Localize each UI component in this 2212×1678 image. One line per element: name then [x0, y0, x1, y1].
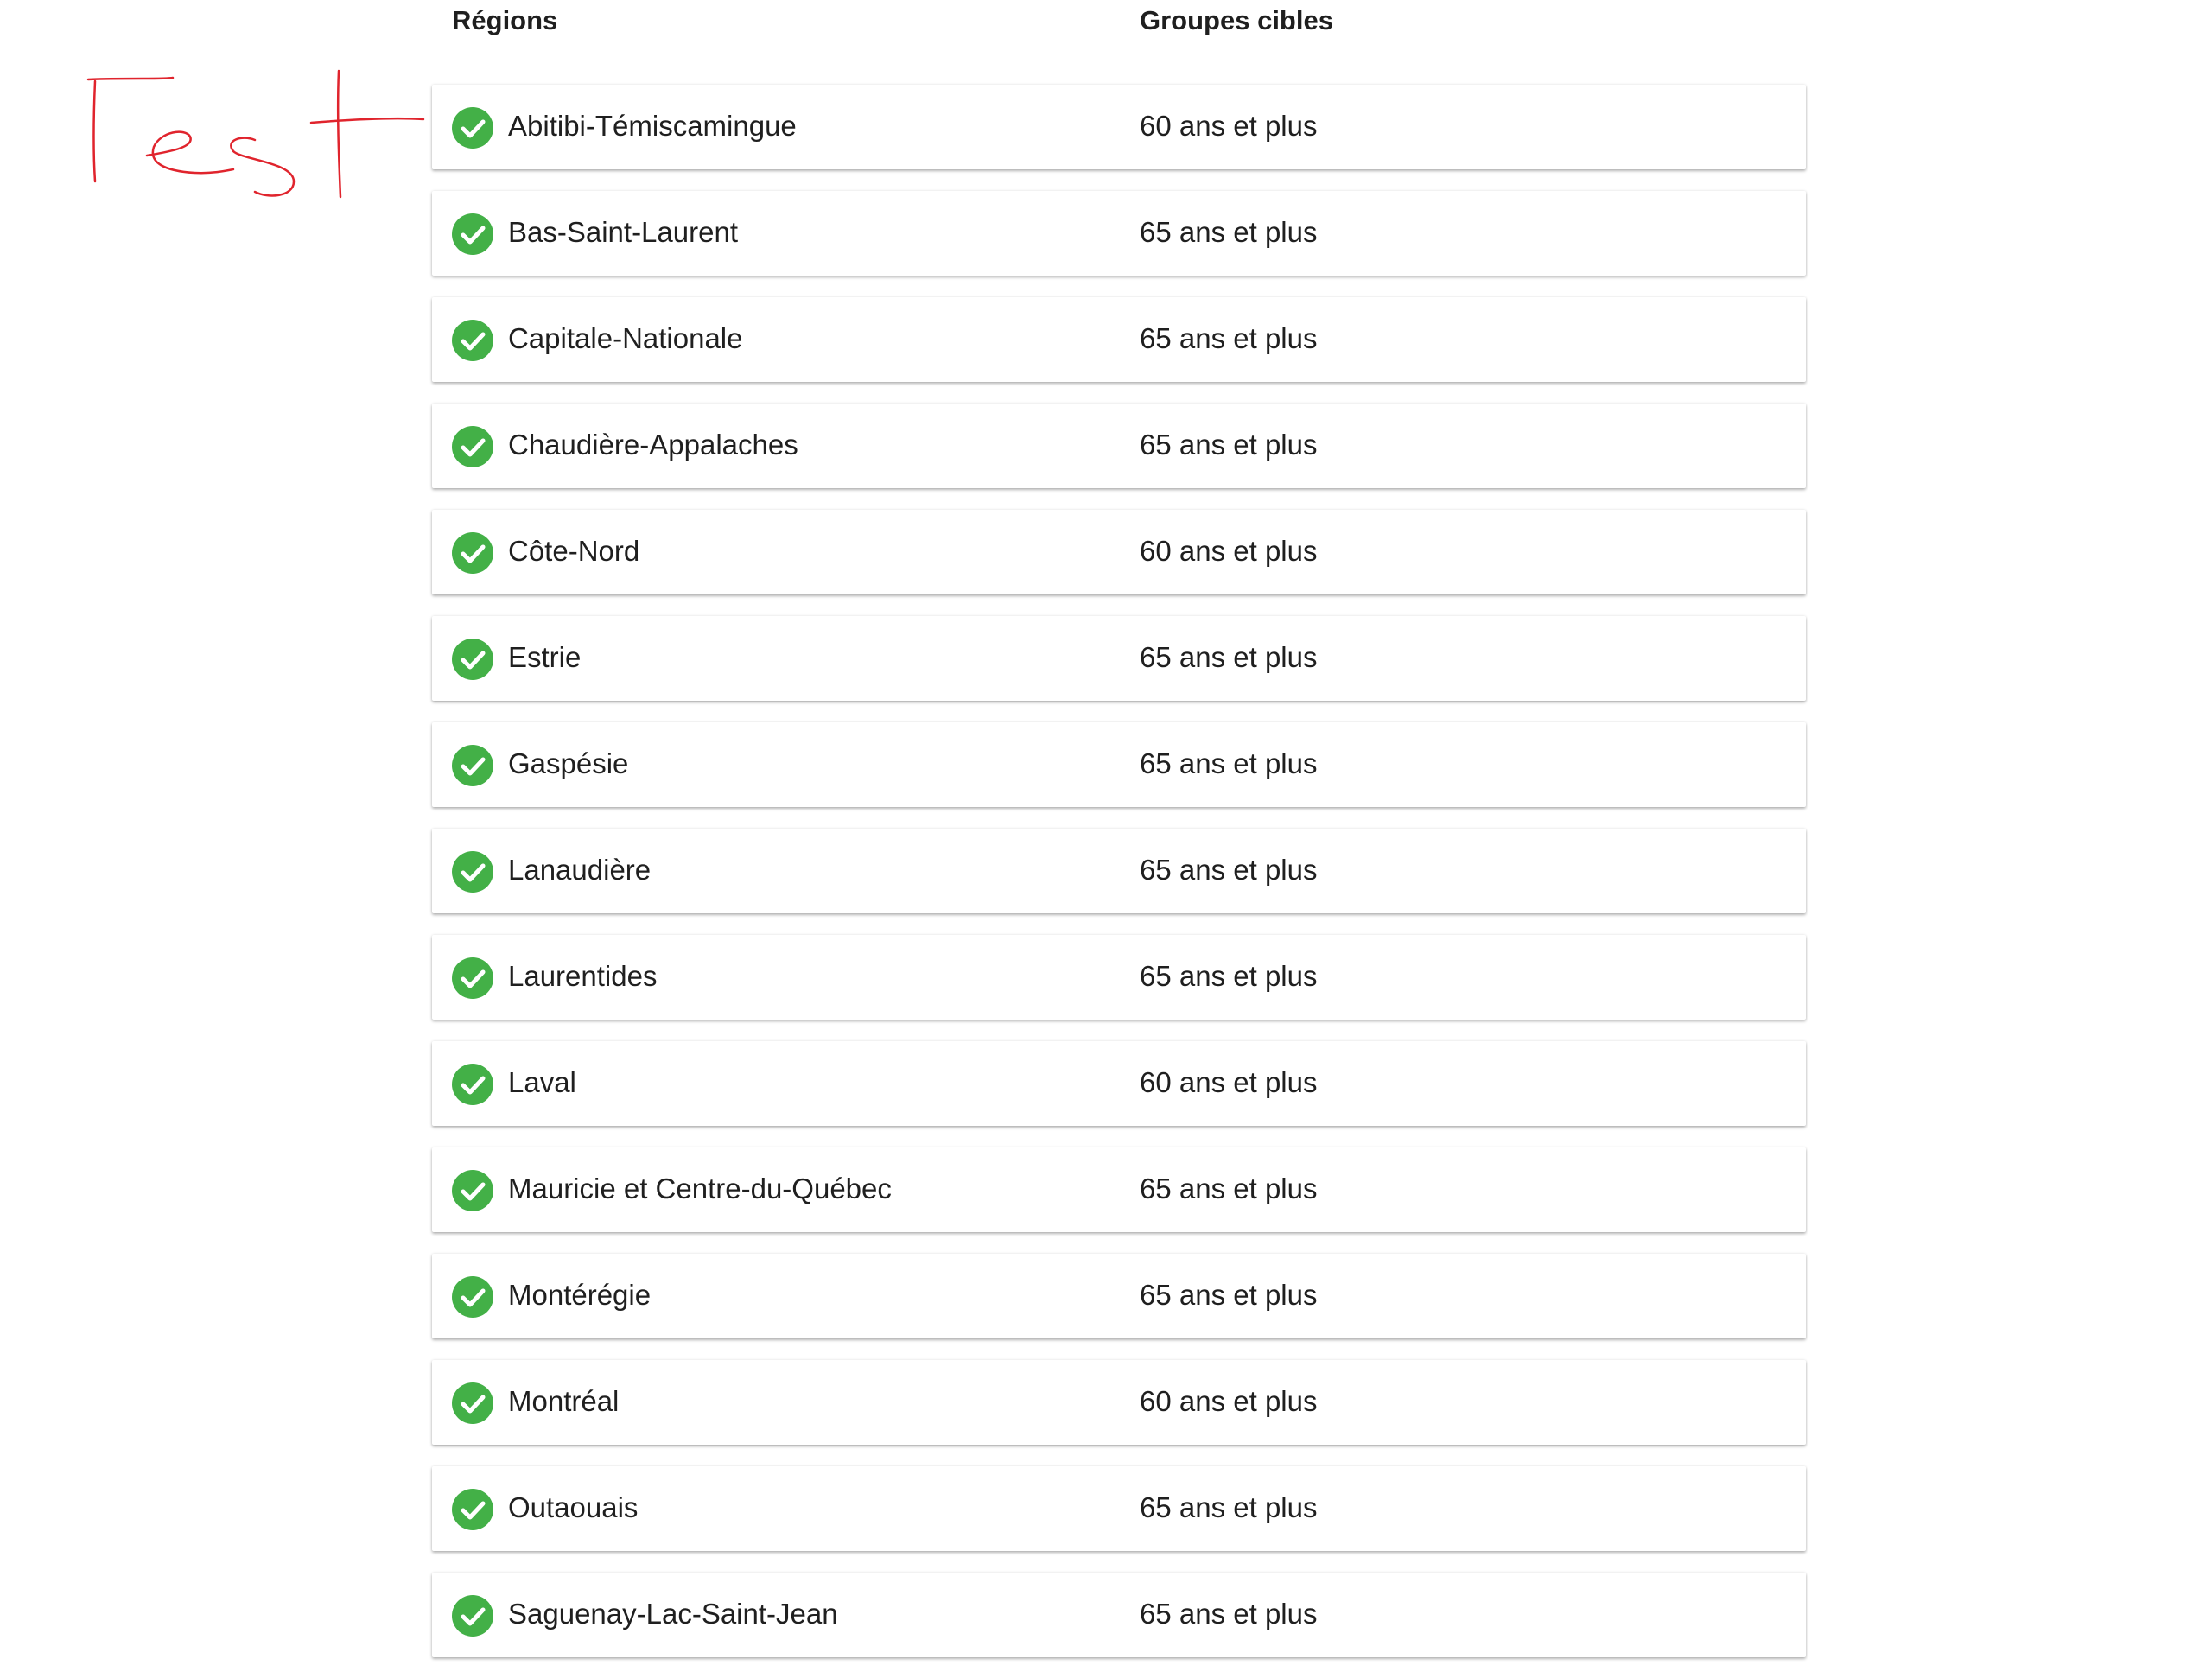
check-circle-icon — [452, 851, 493, 893]
target-group-value: 60 ans et plus — [1140, 110, 1318, 142]
list-item[interactable]: Laurentides 65 ans et plus — [432, 935, 1806, 1020]
target-group-value: 65 ans et plus — [1140, 747, 1318, 779]
check-circle-icon — [452, 1064, 493, 1105]
list-item[interactable]: Lanaudière 65 ans et plus — [432, 829, 1806, 913]
check-circle-icon — [452, 1276, 493, 1318]
target-group-value: 65 ans et plus — [1140, 1279, 1318, 1311]
column-header-regions: Régions — [452, 5, 558, 35]
check-circle-icon — [452, 1170, 493, 1211]
region-name: Gaspésie — [508, 747, 629, 779]
list-item[interactable]: Outaouais 65 ans et plus — [432, 1466, 1806, 1551]
target-group-value: 65 ans et plus — [1140, 1598, 1318, 1630]
check-circle-icon — [452, 957, 493, 999]
region-name: Lanaudière — [508, 854, 652, 886]
check-circle-icon — [452, 213, 493, 255]
target-group-value: 60 ans et plus — [1140, 1066, 1318, 1098]
list-item[interactable]: Mauricie et Centre-du-Québec 65 ans et pl… — [432, 1147, 1806, 1232]
list-item[interactable]: Gaspésie 65 ans et plus — [432, 722, 1806, 807]
list-item[interactable]: Saguenay-Lac-Saint-Jean 65 ans et plus — [432, 1573, 1806, 1657]
region-name: Laurentides — [508, 960, 658, 992]
target-group-value: 65 ans et plus — [1140, 641, 1318, 673]
region-name: Côte-Nord — [508, 535, 640, 567]
region-name: Mauricie et Centre-du-Québec — [508, 1173, 892, 1204]
list-item[interactable]: Capitale-Nationale 65 ans et plus — [432, 297, 1806, 382]
check-circle-icon — [452, 532, 493, 574]
list-item[interactable]: Estrie 65 ans et plus — [432, 616, 1806, 701]
list-item[interactable]: Chaudière-Appalaches 65 ans et plus — [432, 404, 1806, 488]
check-circle-icon — [452, 745, 493, 786]
target-group-value: 60 ans et plus — [1140, 1385, 1318, 1417]
region-name: Abitibi-Témiscamingue — [508, 110, 797, 142]
list-item[interactable]: Bas-Saint-Laurent 65 ans et plus — [432, 191, 1806, 276]
region-list: Abitibi-Témiscamingue 60 ans et plus Bas-S… — [432, 85, 1806, 1678]
check-circle-icon — [452, 1595, 493, 1637]
region-name: Saguenay-Lac-Saint-Jean — [508, 1598, 838, 1630]
check-circle-icon — [452, 1489, 493, 1530]
target-group-value: 65 ans et plus — [1140, 322, 1318, 354]
list-item[interactable]: Montérégie 65 ans et plus — [432, 1254, 1806, 1338]
target-group-value: 65 ans et plus — [1140, 854, 1318, 886]
region-name: Montréal — [508, 1385, 620, 1417]
region-name: Chaudière-Appalaches — [508, 429, 798, 461]
handwritten-test-annotation — [86, 69, 425, 199]
list-item[interactable]: Laval 60 ans et plus — [432, 1041, 1806, 1126]
region-name: Laval — [508, 1066, 576, 1098]
list-item[interactable]: Montréal 60 ans et plus — [432, 1360, 1806, 1445]
column-header-target-groups: Groupes cibles — [1140, 5, 1333, 35]
target-group-value: 65 ans et plus — [1140, 429, 1318, 461]
check-circle-icon — [452, 107, 493, 149]
target-group-value: 65 ans et plus — [1140, 216, 1318, 248]
region-name: Outaouais — [508, 1491, 639, 1523]
page: Régions Groupes cibles Abitibi-Témiscami… — [0, 0, 2212, 1678]
region-name: Montérégie — [508, 1279, 652, 1311]
target-group-value: 65 ans et plus — [1140, 960, 1318, 992]
check-circle-icon — [452, 639, 493, 680]
table-header: Régions Groupes cibles — [0, 0, 2212, 43]
list-item[interactable]: Côte-Nord 60 ans et plus — [432, 510, 1806, 594]
check-circle-icon — [452, 1382, 493, 1424]
check-circle-icon — [452, 426, 493, 467]
list-item[interactable]: Abitibi-Témiscamingue 60 ans et plus — [432, 85, 1806, 169]
check-circle-icon — [452, 320, 493, 361]
region-name: Capitale-Nationale — [508, 322, 743, 354]
region-name: Estrie — [508, 641, 582, 673]
target-group-value: 65 ans et plus — [1140, 1173, 1318, 1204]
target-group-value: 60 ans et plus — [1140, 535, 1318, 567]
region-name: Bas-Saint-Laurent — [508, 216, 738, 248]
target-group-value: 65 ans et plus — [1140, 1491, 1318, 1523]
